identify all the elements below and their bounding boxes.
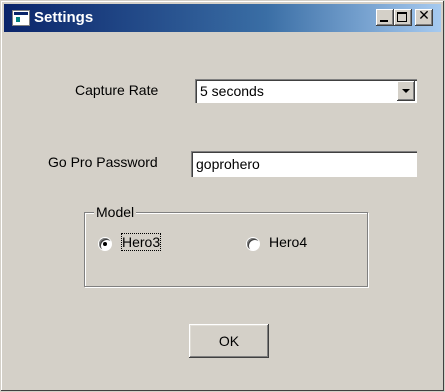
minimize-button[interactable] bbox=[376, 9, 394, 26]
capture-rate-value: 5 seconds bbox=[200, 83, 264, 99]
settings-window: Settings ✕ Capture Rate 5 seconds Go Pro… bbox=[0, 0, 445, 392]
capture-rate-label: Capture Rate bbox=[75, 82, 159, 98]
model-legend: Model bbox=[94, 204, 137, 220]
maximize-button[interactable] bbox=[394, 9, 412, 26]
ok-button[interactable]: OK bbox=[189, 324, 269, 358]
radio-hero3-label[interactable]: Hero3 bbox=[120, 233, 162, 251]
radio-hero4-label[interactable]: Hero4 bbox=[269, 234, 307, 250]
app-icon[interactable] bbox=[12, 10, 30, 26]
capture-rate-select[interactable]: 5 seconds bbox=[195, 79, 417, 103]
window-title: Settings bbox=[34, 9, 94, 26]
close-icon: ✕ bbox=[418, 8, 430, 24]
radio-hero3[interactable] bbox=[99, 238, 111, 250]
title-bar[interactable]: Settings ✕ bbox=[4, 4, 441, 32]
close-button[interactable]: ✕ bbox=[415, 8, 433, 26]
password-field[interactable] bbox=[191, 151, 417, 177]
radio-hero4[interactable] bbox=[247, 238, 259, 250]
password-label: Go Pro Password bbox=[48, 154, 158, 170]
dropdown-arrow-icon[interactable] bbox=[397, 81, 415, 101]
